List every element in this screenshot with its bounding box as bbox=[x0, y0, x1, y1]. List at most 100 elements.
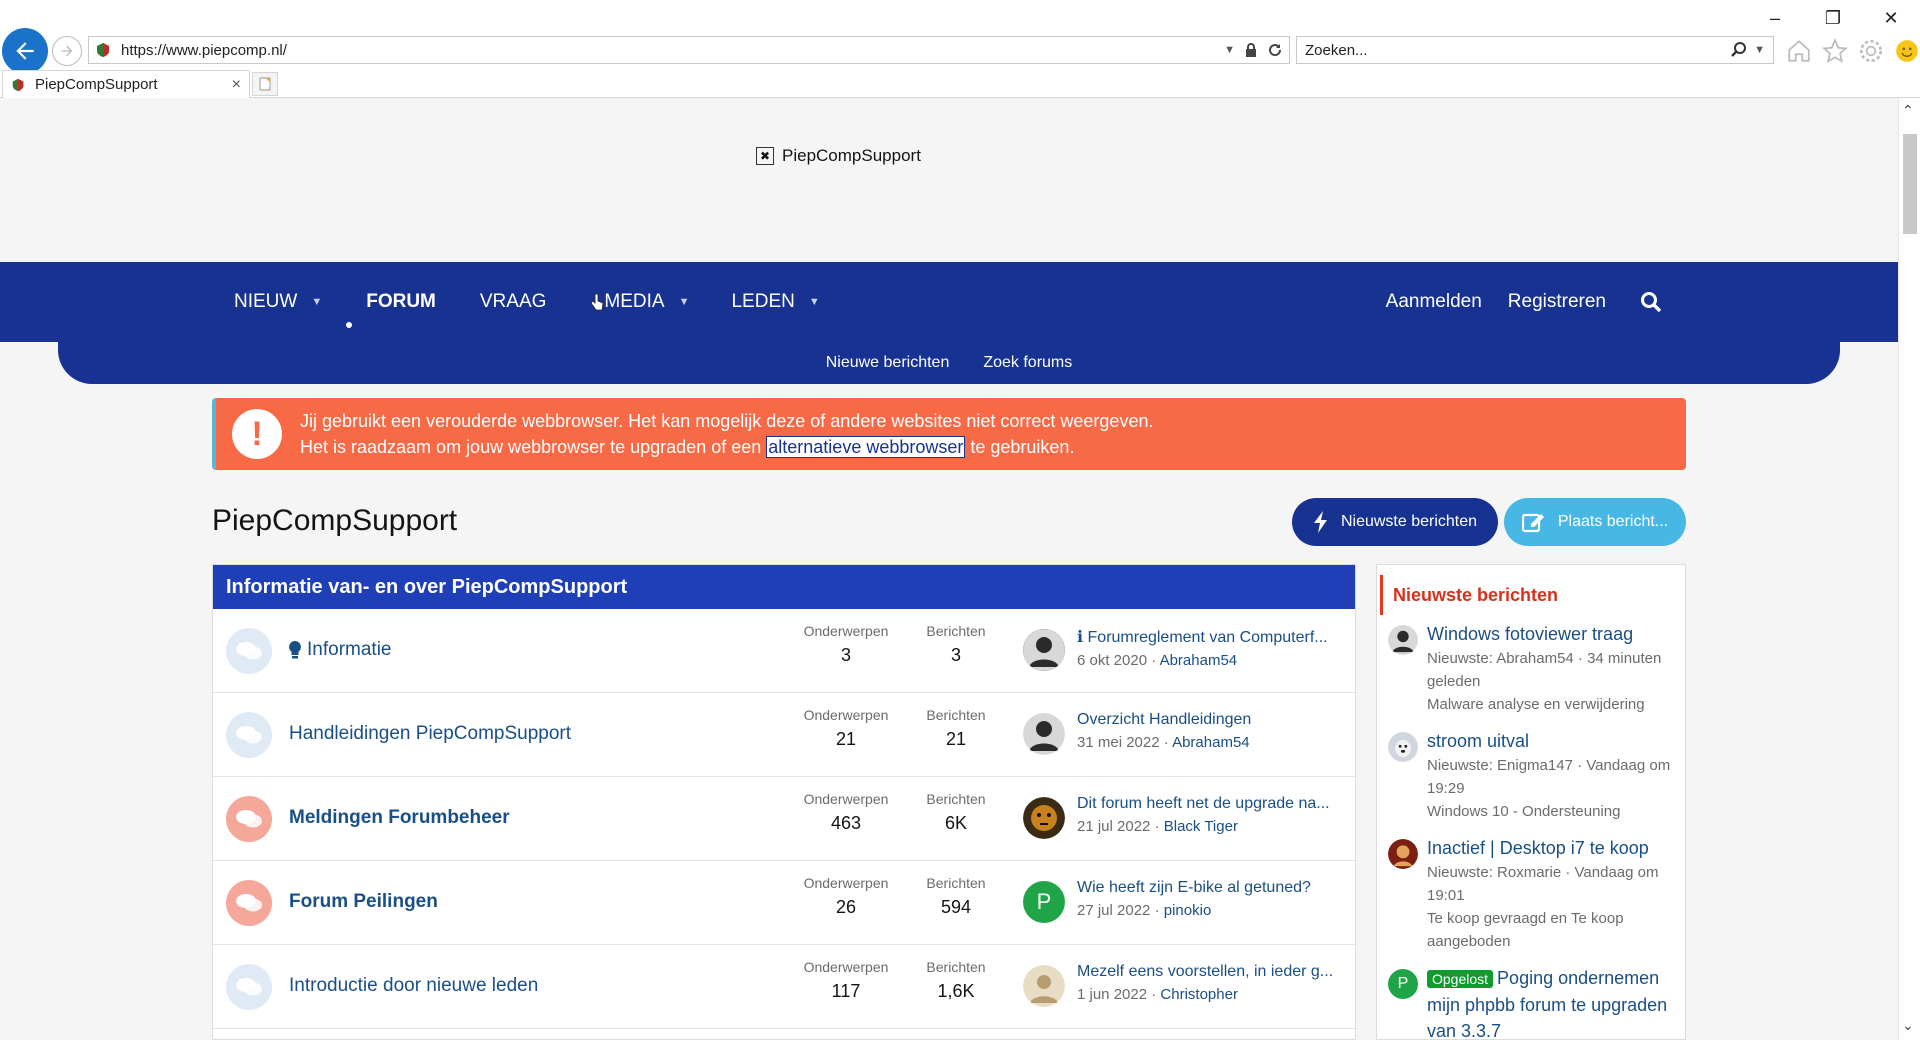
last-post-user[interactable]: Abraham54 bbox=[1172, 734, 1250, 751]
posts-count: 3 bbox=[950, 645, 961, 665]
nav-item-label[interactable]: FORUM bbox=[366, 291, 436, 313]
scrollbar-thumb[interactable] bbox=[1903, 134, 1917, 234]
url-text[interactable]: https://www.piepcomp.nl/ bbox=[121, 42, 1224, 59]
search-dropdown-icon[interactable]: ▼ bbox=[1754, 44, 1765, 56]
nav-item-label[interactable]: MEDIA bbox=[604, 291, 664, 313]
forward-button[interactable] bbox=[52, 36, 82, 66]
last-post-title[interactable]: Dit forum heeft net de upgrade na... bbox=[1077, 795, 1347, 813]
avatar[interactable] bbox=[1023, 629, 1065, 671]
close-window-button[interactable]: ✕ bbox=[1862, 0, 1920, 36]
nav-item-label[interactable]: VRAAG bbox=[480, 291, 547, 313]
forum-unread-icon[interactable] bbox=[226, 880, 272, 926]
sidebar-heading[interactable]: Nieuwste berichten bbox=[1380, 575, 1685, 615]
nav-item-nieuw[interactable]: NIEUW ▼ bbox=[234, 262, 322, 342]
forum-title[interactable]: Forum Peilingen bbox=[289, 891, 438, 913]
tab-piepcompsupport[interactable]: PiepCompSupport × bbox=[2, 70, 250, 98]
new-tab-button[interactable] bbox=[252, 72, 278, 96]
sidebar-post-forum[interactable]: Windows 10 - Ondersteuning bbox=[1427, 800, 1675, 823]
address-bar[interactable]: https://www.piepcomp.nl/ ▼ bbox=[88, 36, 1290, 64]
forum-title[interactable]: Handleidingen PiepCompSupport bbox=[289, 723, 571, 745]
avatar[interactable] bbox=[1388, 625, 1418, 655]
minimize-button[interactable]: – bbox=[1746, 0, 1804, 36]
avatar[interactable]: P bbox=[1388, 969, 1418, 999]
last-post-user[interactable]: Abraham54 bbox=[1160, 652, 1238, 669]
last-post-date[interactable]: 1 jun 2022 bbox=[1077, 986, 1147, 1003]
site-logo-text[interactable]: PiepCompSupport bbox=[782, 146, 921, 166]
last-post-user[interactable]: Christopher bbox=[1160, 986, 1238, 1003]
browser-search-box[interactable]: Zoeken... ▼ bbox=[1296, 36, 1774, 64]
scroll-up-icon[interactable]: ⌃ bbox=[1902, 102, 1914, 119]
avatar[interactable] bbox=[1023, 965, 1065, 1007]
forum-title[interactable]: Informatie bbox=[289, 639, 391, 661]
chevron-down-icon[interactable]: ▼ bbox=[311, 296, 322, 308]
last-post-title[interactable]: Overzicht Handleidingen bbox=[1077, 711, 1347, 729]
tab-close-icon[interactable]: × bbox=[232, 76, 241, 94]
forum-unread-icon[interactable] bbox=[226, 796, 272, 842]
favorites-star-icon[interactable] bbox=[1822, 38, 1848, 64]
search-icon[interactable] bbox=[1640, 291, 1662, 313]
forum-read-icon[interactable] bbox=[226, 712, 272, 758]
home-icon[interactable] bbox=[1786, 38, 1812, 64]
nav-item-label[interactable]: NIEUW bbox=[234, 291, 297, 313]
avatar[interactable]: P bbox=[1023, 881, 1065, 923]
nav-item-vraag[interactable]: VRAAG bbox=[480, 262, 547, 342]
post-message-button[interactable]: Plaats bericht... bbox=[1504, 498, 1686, 546]
smiley-feedback-icon[interactable] bbox=[1894, 38, 1920, 64]
forum-title[interactable]: Meldingen Forumbeheer bbox=[289, 807, 510, 829]
newest-posts-label[interactable]: Nieuwste berichten bbox=[1341, 513, 1477, 531]
settings-gear-icon[interactable] bbox=[1858, 38, 1884, 64]
restore-button[interactable]: ❐ bbox=[1804, 0, 1862, 36]
alternative-browser-link[interactable]: alternatieve webbrowser bbox=[766, 436, 966, 458]
last-post-date[interactable]: 27 jul 2022 bbox=[1077, 902, 1150, 919]
last-post-user[interactable]: Black Tiger bbox=[1164, 818, 1238, 835]
subnav-search-forums[interactable]: Zoek forums bbox=[983, 354, 1072, 372]
nav-item-label[interactable]: LEDEN bbox=[731, 291, 794, 313]
sidebar-post-forum[interactable]: Malware analyse en verwijdering bbox=[1427, 693, 1675, 716]
scroll-down-icon[interactable]: ⌄ bbox=[1902, 1017, 1914, 1034]
post-message-label[interactable]: Plaats bericht... bbox=[1558, 513, 1668, 531]
newest-posts-button[interactable]: Nieuwste berichten bbox=[1292, 498, 1498, 546]
forum-title-text[interactable]: Introductie door nieuwe leden bbox=[289, 975, 538, 997]
avatar[interactable] bbox=[1023, 797, 1065, 839]
sidebar-post-forum[interactable]: Te koop gevraagd en Te koop aangeboden bbox=[1427, 907, 1675, 953]
last-post-title[interactable]: Mezelf eens voorstellen, in ieder g... bbox=[1077, 963, 1347, 981]
last-post-user[interactable]: pinokio bbox=[1164, 902, 1212, 919]
site-logo[interactable]: ✖ PiepCompSupport bbox=[756, 146, 921, 166]
nav-item-leden[interactable]: LEDEN ▼ bbox=[731, 262, 819, 342]
avatar[interactable] bbox=[1023, 713, 1065, 755]
avatar[interactable] bbox=[1388, 839, 1418, 869]
page-scrollbar[interactable]: ⌃ ⌄ bbox=[1898, 98, 1920, 1040]
browser-search-placeholder[interactable]: Zoeken... bbox=[1305, 42, 1730, 59]
last-post-date[interactable]: 6 okt 2020 bbox=[1077, 652, 1147, 669]
topics-label: Onderwerpen bbox=[803, 875, 889, 891]
sidebar-post-title[interactable]: Opgelost Poging ondernemen mijn phpbb for… bbox=[1427, 965, 1675, 1039]
back-button[interactable] bbox=[2, 28, 48, 74]
forum-title-text[interactable]: Forum Peilingen bbox=[289, 891, 438, 913]
last-post-title[interactable]: Wie heeft zijn E-bike al getuned? bbox=[1077, 879, 1347, 897]
dropdown-arrow-icon[interactable]: ▼ bbox=[1224, 44, 1235, 56]
register-link[interactable]: Registreren bbox=[1508, 291, 1606, 313]
nav-item-forum[interactable]: FORUM bbox=[346, 262, 436, 342]
nav-item-media[interactable]: MEDIA ▼ bbox=[590, 262, 689, 342]
forum-title[interactable]: Introductie door nieuwe leden bbox=[289, 975, 538, 997]
login-link[interactable]: Aanmelden bbox=[1386, 291, 1482, 313]
sidebar-post-title[interactable]: Inactief | Desktop i7 te koop bbox=[1427, 835, 1675, 861]
subnav-new-posts[interactable]: Nieuwe berichten bbox=[826, 354, 950, 372]
lock-icon[interactable] bbox=[1243, 42, 1259, 58]
avatar[interactable] bbox=[1388, 732, 1418, 762]
search-icon[interactable] bbox=[1730, 41, 1748, 59]
forum-category-header[interactable]: Informatie van- en over PiepCompSupport bbox=[213, 565, 1355, 609]
forum-read-icon[interactable] bbox=[226, 964, 272, 1010]
forum-title-text[interactable]: Informatie bbox=[307, 639, 391, 661]
last-post-date[interactable]: 31 mei 2022 bbox=[1077, 734, 1160, 751]
last-post-title[interactable]: ℹ Forumreglement van Computerf... bbox=[1077, 627, 1347, 647]
chevron-down-icon[interactable]: ▼ bbox=[679, 296, 690, 308]
refresh-icon[interactable] bbox=[1267, 42, 1283, 58]
forum-title-text[interactable]: Handleidingen PiepCompSupport bbox=[289, 723, 571, 745]
forum-read-icon[interactable] bbox=[226, 628, 272, 674]
sidebar-post-title[interactable]: Windows fotoviewer traag bbox=[1427, 621, 1675, 647]
sidebar-post-title[interactable]: stroom uitval bbox=[1427, 728, 1675, 754]
chevron-down-icon[interactable]: ▼ bbox=[809, 296, 820, 308]
forum-title-text[interactable]: Meldingen Forumbeheer bbox=[289, 807, 510, 829]
last-post-date[interactable]: 21 jul 2022 bbox=[1077, 818, 1150, 835]
